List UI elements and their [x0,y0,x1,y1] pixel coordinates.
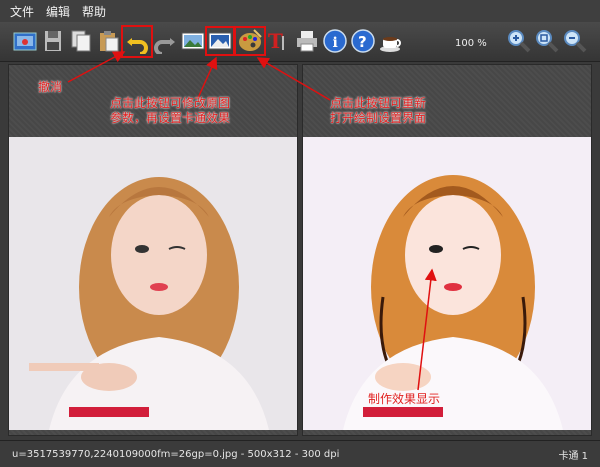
redo-icon[interactable] [152,28,178,54]
landscape-icon[interactable] [180,28,206,54]
save-icon[interactable] [40,28,66,54]
menu-file[interactable]: 文件 [10,3,34,20]
image-params-icon[interactable] [207,28,233,54]
mode-label: 卡通 1 [558,450,588,462]
zoom-in-icon[interactable] [506,28,532,54]
help-icon[interactable]: ? [350,28,376,54]
coffee-icon[interactable] [378,28,404,54]
menu-help[interactable]: 帮助 [82,3,106,20]
zoom-out-icon[interactable] [562,28,588,54]
svg-text:T: T [268,29,283,53]
menu-edit[interactable]: 编辑 [46,3,70,20]
paste-icon[interactable] [96,28,122,54]
text-icon[interactable]: T [265,28,291,54]
info-icon[interactable]: i [322,28,348,54]
file-info: u=3517539770,2240109000fm=26gp=0.jpg - 5… [12,448,340,460]
menu-bar: 文件 编辑 帮助 [0,0,600,22]
settings-annotation-line2: 打开绘制设置界面 [330,111,427,125]
print-icon[interactable] [294,28,320,54]
original-photo [9,137,297,430]
preview-annotation: 制作效果显示 [368,392,441,406]
params-annotation-line2: 参数，再设置卡通效果 [110,111,231,125]
undo-icon[interactable] [124,28,150,54]
zoom-fit-icon[interactable] [534,28,560,54]
open-icon[interactable] [12,28,38,54]
palette-icon[interactable] [237,28,263,54]
status-bar: u=3517539770,2240109000fm=26gp=0.jpg - 5… [0,440,600,467]
settings-annotation-line1: 点击此按钮可重新 [330,96,427,110]
copy-icon[interactable] [68,28,94,54]
cartoon-photo [303,137,591,430]
params-annotation-line1: 点击此按钮可修改原图 [110,96,231,110]
svg-text:i: i [333,35,338,51]
zoom-level: 100 % [455,38,487,49]
undo-annotation: 撤消 [38,80,63,94]
toolbar: T i ? 100 % [0,22,600,62]
svg-text:?: ? [358,33,367,51]
